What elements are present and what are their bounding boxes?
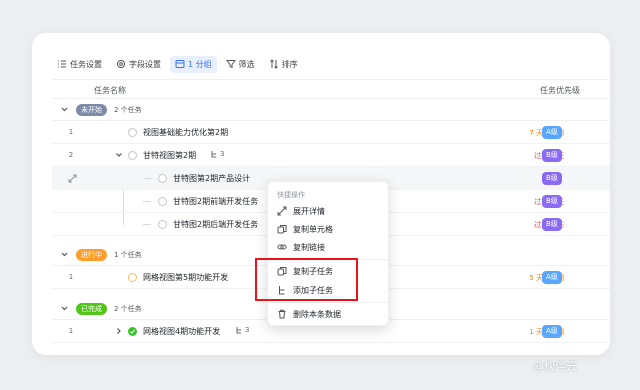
trash-icon [277,309,287,319]
sort-icon [269,59,279,69]
group-label: 1 分组 [188,59,212,69]
copy-icon [277,224,287,234]
highlight-box [255,258,358,301]
task-settings-button[interactable]: 任务设置 [52,56,107,73]
group-count: 2 个任务 [114,305,142,313]
priority-badge[interactable]: B级 [542,218,562,231]
task-name[interactable]: 甘特图2期前端开发任务 [173,196,258,207]
group-count: 1 个任务 [114,251,142,259]
status-circle-icon[interactable] [158,197,167,206]
menu-item-copy-link[interactable]: 复制链接 [277,239,325,255]
expand-icon [277,206,287,216]
task-name[interactable]: 甘特图第2期产品设计 [173,173,250,184]
priority-badge[interactable]: B级 [542,195,562,208]
subtask-count: 3 [235,326,249,334]
menu-divider [268,302,388,303]
task-settings-label: 任务设置 [70,59,102,69]
row-number: 2 [68,151,74,159]
priority-badge[interactable]: A级 [542,126,562,139]
link-icon [277,242,287,252]
subtask-icon [236,327,241,334]
table-header: 任务名称 任务优先级 [52,79,610,99]
task-name[interactable]: 甘特视图第2期 [143,150,196,161]
task-name[interactable]: 视图基础能力优化第2期 [143,127,228,138]
status-badge: 已完成 [76,303,107,315]
watermark-text: @伙伴云 [533,360,577,373]
group-header-not-started[interactable]: 未开始 2 个任务 [52,99,610,121]
field-settings-label: 字段设置 [129,59,161,69]
task-name[interactable]: 甘特图2期后端开发任务 [173,219,258,230]
chevron-down-icon[interactable] [60,304,69,313]
row-number: 1 [68,128,74,136]
status-circle-icon[interactable] [128,151,137,160]
status-badge: 未开始 [76,104,107,116]
status-circle-icon[interactable] [128,273,137,282]
menu-item-copy-cell[interactable]: 复制单元格 [277,221,333,237]
task-name[interactable]: 网格视图第5期功能开发 [143,272,228,283]
menu-item-expand-details[interactable]: 展开详情 [277,203,325,219]
tree-branch [143,224,151,225]
subtask-icon [211,151,216,158]
check-circle-icon[interactable] [128,327,137,336]
chevron-down-icon[interactable] [60,250,69,259]
chevron-down-icon[interactable] [115,151,123,159]
menu-item-delete-row[interactable]: 删除本条数据 [277,306,341,322]
table-row[interactable]: 2 甘特视图第2期 3 过期 4 天 B级 [52,144,610,167]
toolbar: 任务设置 字段设置 1 分组 筛选 排序 [52,53,303,75]
priority-badge[interactable]: A级 [542,325,562,338]
status-circle-icon[interactable] [158,174,167,183]
context-menu-title: 快捷操作 [277,191,305,199]
row-number: 1 [68,273,74,281]
subtask-count: 3 [210,150,224,158]
chevron-down-icon[interactable] [60,105,69,114]
gear-icon [116,59,126,69]
subtask-count-value: 3 [220,150,225,158]
filter-button[interactable]: 筛选 [221,56,260,73]
context-menu: 快捷操作 展开详情 复制单元格 复制链接 复制子任务 添加子任务 删除本条数据 [267,181,389,326]
sort-label: 排序 [281,59,298,69]
chevron-right-icon[interactable] [115,327,123,335]
row-number: 1 [68,327,74,335]
subtask-count-value: 3 [245,326,250,334]
priority-badge[interactable]: B级 [542,172,562,185]
table-row[interactable]: 1 视图基础能力优化第2期 7 天后到期 A级 [52,121,610,144]
priority-badge[interactable]: A级 [542,271,562,284]
filter-label: 筛选 [238,59,255,69]
status-badge: 进行中 [76,249,107,261]
tree-branch [143,178,151,179]
expand-icon[interactable] [68,174,77,183]
menu-item-label: 复制单元格 [293,224,333,234]
list-settings-icon [57,59,67,69]
priority-badge[interactable]: B级 [542,149,562,162]
sort-button[interactable]: 排序 [264,56,303,73]
menu-item-label: 复制链接 [293,242,325,252]
tree-branch [143,201,151,202]
status-circle-icon[interactable] [158,220,167,229]
watermark: @伙伴云 [533,358,577,374]
group-button[interactable]: 1 分组 [170,55,217,73]
group-icon [175,59,185,69]
column-header-name[interactable]: 任务名称 [94,85,126,96]
task-name[interactable]: 网格视图4期功能开发 [143,326,220,337]
menu-item-label: 删除本条数据 [293,309,341,319]
column-header-priority[interactable]: 任务优先级 [540,85,580,96]
group-count: 2 个任务 [114,106,142,114]
field-settings-button[interactable]: 字段设置 [111,56,166,73]
filter-icon [225,59,236,69]
status-circle-icon[interactable] [128,128,137,137]
menu-item-label: 展开详情 [293,206,325,216]
